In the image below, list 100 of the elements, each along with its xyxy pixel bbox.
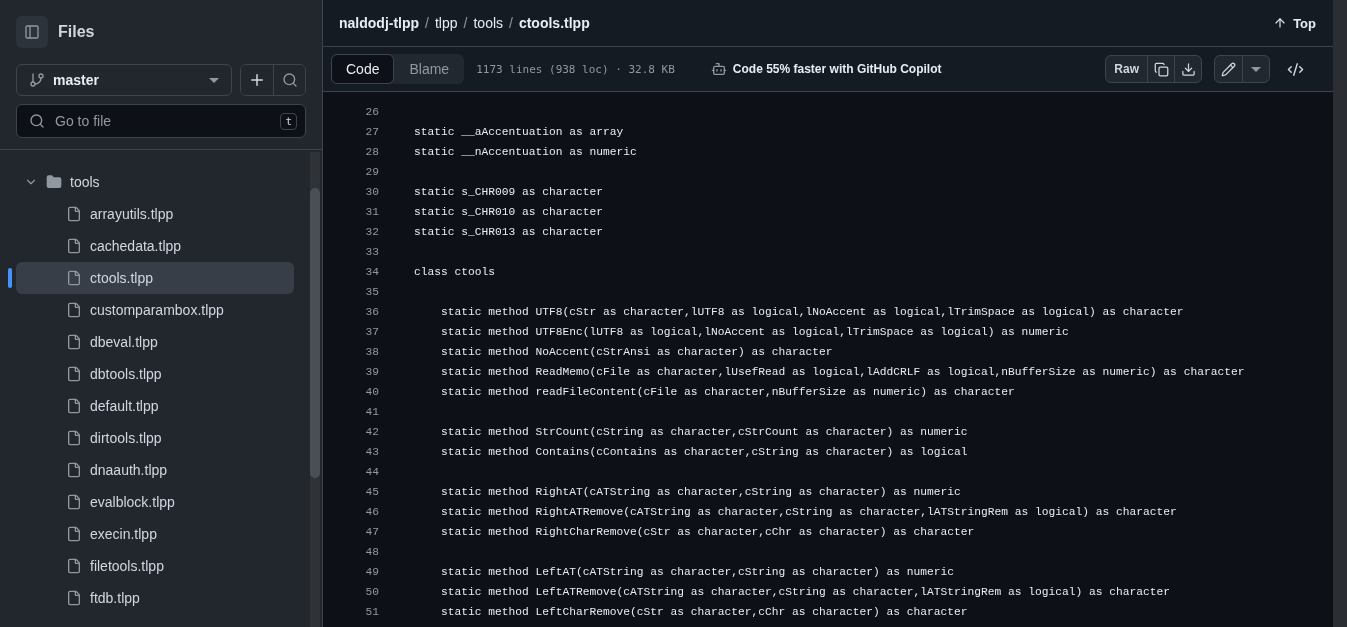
line-number: 32 <box>364 226 379 238</box>
file-icon <box>66 494 82 510</box>
file-item[interactable]: evalblock.tlpp <box>16 486 294 518</box>
copilot-icon <box>710 61 727 77</box>
branch-selector[interactable]: master <box>16 64 232 96</box>
file-item[interactable]: dbtools.tlpp <box>16 358 294 390</box>
file-item[interactable]: cachedata.tlpp <box>16 230 294 262</box>
file-icon <box>66 462 82 478</box>
line-number: 27 <box>364 126 379 138</box>
line-number: 30 <box>364 186 379 198</box>
code-line: static method ReadMemo(cFile as character,lUsefRead as logical,lAddCRLF as logical,nBufferSize as numeric) as character <box>440 366 1245 378</box>
code-line: static method RightAT(cATString as character,cString as character) as numeric <box>440 486 961 498</box>
file-icon <box>66 398 82 414</box>
code-line: static method RightCharRemove(cStr as character,cChr as character) as character <box>440 526 975 538</box>
top-link[interactable]: Top <box>1273 15 1316 31</box>
line-number: 37 <box>364 326 379 338</box>
file-icon <box>66 590 82 606</box>
code-line: static __nAccentuation as numeric <box>414 146 637 158</box>
search-icon <box>281 72 298 88</box>
code-line: static s_CHR009 as character <box>414 186 604 198</box>
line-number: 40 <box>364 386 379 398</box>
file-icon <box>66 238 82 254</box>
line-number: 35 <box>364 286 379 298</box>
search-button[interactable] <box>273 65 305 95</box>
line-number: 26 <box>364 106 379 118</box>
copy-icon <box>1153 61 1169 77</box>
collapse-sidebar-button[interactable] <box>16 16 48 48</box>
code-line: static s_CHR013 as character <box>414 226 604 238</box>
code-line: static method UTF8(cStr as character,lUTF8 as logical,lNoAccent as logical,lTrimSpace as logical) as character <box>440 306 1184 318</box>
file-item[interactable]: filetools.tlpp <box>16 550 294 582</box>
code-line: static method NoAccent(cStrAnsi as character) as character <box>440 346 833 358</box>
line-number: 36 <box>364 306 379 318</box>
file-item[interactable]: default.tlpp <box>16 390 294 422</box>
code-line: static method LeftATRemove(cATString as character,cString as character,lATStringRem as logical) as character <box>440 586 1171 598</box>
download-icon <box>1180 61 1196 77</box>
code-line: static s_CHR010 as character <box>414 206 604 218</box>
selected-indicator <box>8 268 12 288</box>
code-line: static method UTF8Enc(lUTF8 as logical,lNoAccent as logical,lTrimSpace as logical) as numeric <box>440 326 1069 338</box>
line-number: 42 <box>364 426 379 438</box>
line-number: 43 <box>364 446 379 458</box>
file-icon <box>66 302 82 318</box>
code-line: static __aAccentuation as array <box>414 126 624 138</box>
view-tab[interactable]: Code <box>331 54 395 84</box>
code-line: static method StrCount(cString as character,cStrCount as character) as numeric <box>440 426 968 438</box>
line-number: 41 <box>364 406 379 418</box>
path-separator: / <box>425 15 429 31</box>
file-item[interactable]: arrayutils.tlpp <box>16 198 294 230</box>
code-line: static method LeftCharRemove(cStr as character,cChr as character) as character <box>440 606 968 618</box>
breadcrumb-link[interactable]: tools <box>473 15 504 31</box>
file-icon <box>66 206 82 222</box>
sidebar-title: Files <box>58 23 95 41</box>
shortcut-key: t <box>280 112 297 130</box>
line-number: 39 <box>364 366 379 378</box>
folder-row[interactable]: tools <box>16 166 294 198</box>
path-separator: / <box>509 15 513 31</box>
file-item[interactable]: ftdb.tlpp <box>16 582 294 614</box>
line-number: 34 <box>364 266 379 278</box>
file-item[interactable]: dbeval.tlpp <box>16 326 294 358</box>
line-number: 51 <box>364 606 379 618</box>
code-line: static method readFileContent(cFile as character,nBufferSize as numeric) as character <box>440 386 1015 398</box>
line-number: 38 <box>364 346 379 358</box>
line-number: 28 <box>364 146 379 158</box>
code-line: class ctools <box>414 266 495 278</box>
plus-icon <box>248 71 266 89</box>
search-field[interactable]: Go to file <box>53 112 273 130</box>
file-item[interactable]: dnaauth.tlpp <box>16 454 294 486</box>
view-tab[interactable]: Blame <box>394 54 465 84</box>
sidebar-panel-icon <box>24 24 40 40</box>
file-info: 1173 lines (938 loc) · 32.8 KB <box>476 62 675 76</box>
line-number: 49 <box>364 566 379 578</box>
code-line: static method LeftAT(cATString as character,cString as character) as numeric <box>440 566 955 578</box>
file-icon <box>66 430 82 446</box>
current-file-name: ctools.tlpp <box>518 15 590 31</box>
file-icon <box>66 526 82 542</box>
copilot-link[interactable]: Code 55% faster with GitHub Copilot <box>710 61 942 77</box>
caret-icon <box>1251 66 1261 72</box>
path-separator: / <box>463 15 468 31</box>
file-item[interactable]: customparambox.tlpp <box>16 294 294 326</box>
scrollbar[interactable] <box>1333 0 1347 627</box>
file-icon <box>66 270 82 286</box>
line-number: 31 <box>364 206 379 218</box>
file-item[interactable]: execin.tlpp <box>16 518 294 550</box>
breadcrumb-link[interactable]: tlpp <box>435 15 458 31</box>
breadcrumb-link[interactable]: naldodj-tlpp <box>339 15 420 31</box>
line-number: 48 <box>364 546 379 558</box>
line-number: 33 <box>364 246 379 258</box>
scrollbar[interactable] <box>310 152 320 627</box>
code-line: static method RightATRemove(cATString as character,cString as character,lATStringRem as logical) as character <box>440 506 1177 518</box>
pencil-icon <box>1221 61 1236 77</box>
file-icon <box>66 334 82 350</box>
line-number: 46 <box>364 506 379 518</box>
caret-icon <box>209 77 219 83</box>
line-number: 45 <box>364 486 379 498</box>
line-number: 29 <box>364 166 379 178</box>
search-icon <box>29 113 45 129</box>
go-to-file-field[interactable]: Go to file t <box>16 104 306 138</box>
branch-icon <box>29 72 45 88</box>
file-item[interactable]: dirtools.tlpp <box>16 422 294 454</box>
file-icon <box>66 558 82 574</box>
file-icon <box>66 366 82 382</box>
